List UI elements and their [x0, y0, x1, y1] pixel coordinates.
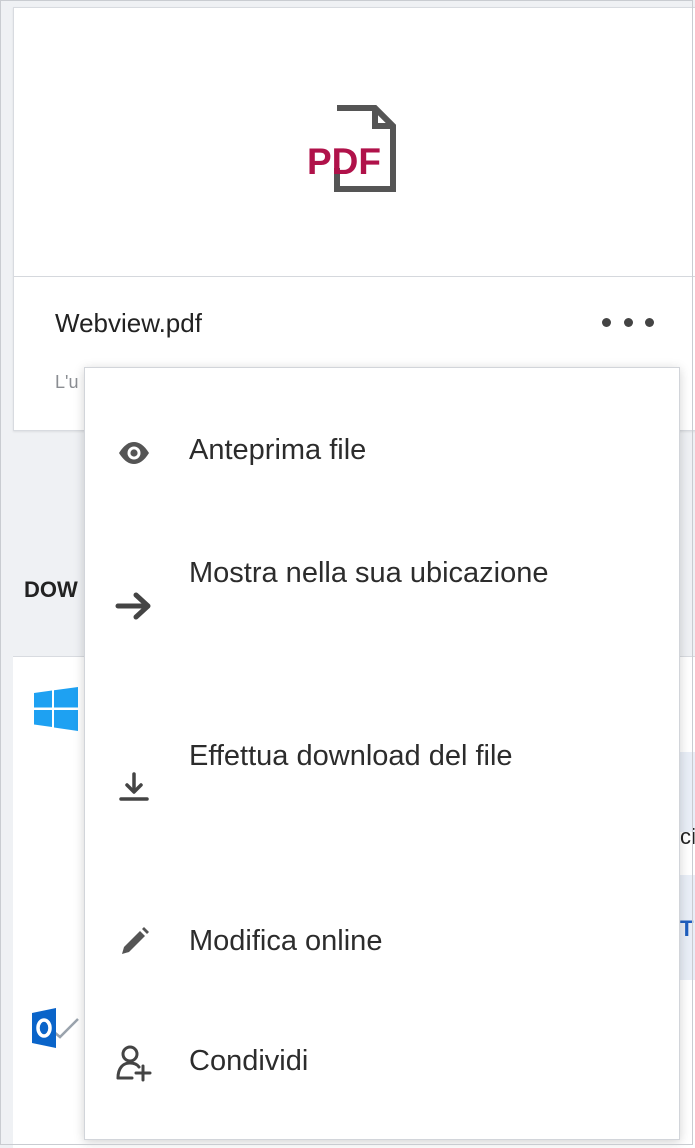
download-icon	[119, 772, 149, 801]
eye-icon	[119, 442, 149, 464]
svg-text:PDF: PDF	[307, 141, 381, 182]
menu-item-label: Anteprima file	[189, 434, 367, 466]
menu-item-download-file[interactable]: Effettua download del file	[85, 726, 679, 850]
menu-item-show-location[interactable]: Mostra nella sua ubicazione	[85, 543, 679, 665]
share-user-add-icon	[116, 1045, 152, 1082]
more-options-button[interactable]	[602, 304, 654, 340]
file-name[interactable]: Webview.pdf	[55, 308, 202, 339]
pencil-icon	[122, 927, 149, 954]
menu-item-edit-online[interactable]: Modifica online	[85, 911, 679, 972]
section-title: DOW	[24, 577, 78, 602]
menu-item-label: Mostra nella sua ubicazione	[189, 557, 549, 589]
menu-item-label: Effettua download del file	[189, 740, 513, 772]
list-row-link[interactable]: T	[680, 916, 695, 942]
more-horizontal-icon	[602, 317, 611, 327]
file-preview[interactable]: PDF	[14, 8, 695, 277]
list-row-text: ci	[680, 824, 695, 849]
pdf-file-icon: PDF	[307, 105, 396, 192]
menu-item-label: Condividi	[189, 1045, 309, 1077]
menu-item-label: Modifica online	[189, 925, 383, 957]
menu-item-preview-file[interactable]: Anteprima file	[85, 420, 679, 481]
arrow-right-icon	[115, 592, 151, 620]
more-horizontal-icon	[645, 317, 654, 327]
context-menu: Anteprima file Mostra nella sua ubicazio…	[84, 367, 680, 1140]
outlook-icon	[32, 1008, 79, 1048]
windows-icon	[34, 687, 78, 731]
menu-item-share[interactable]: Condividi	[85, 1031, 679, 1092]
more-horizontal-icon	[623, 317, 633, 327]
